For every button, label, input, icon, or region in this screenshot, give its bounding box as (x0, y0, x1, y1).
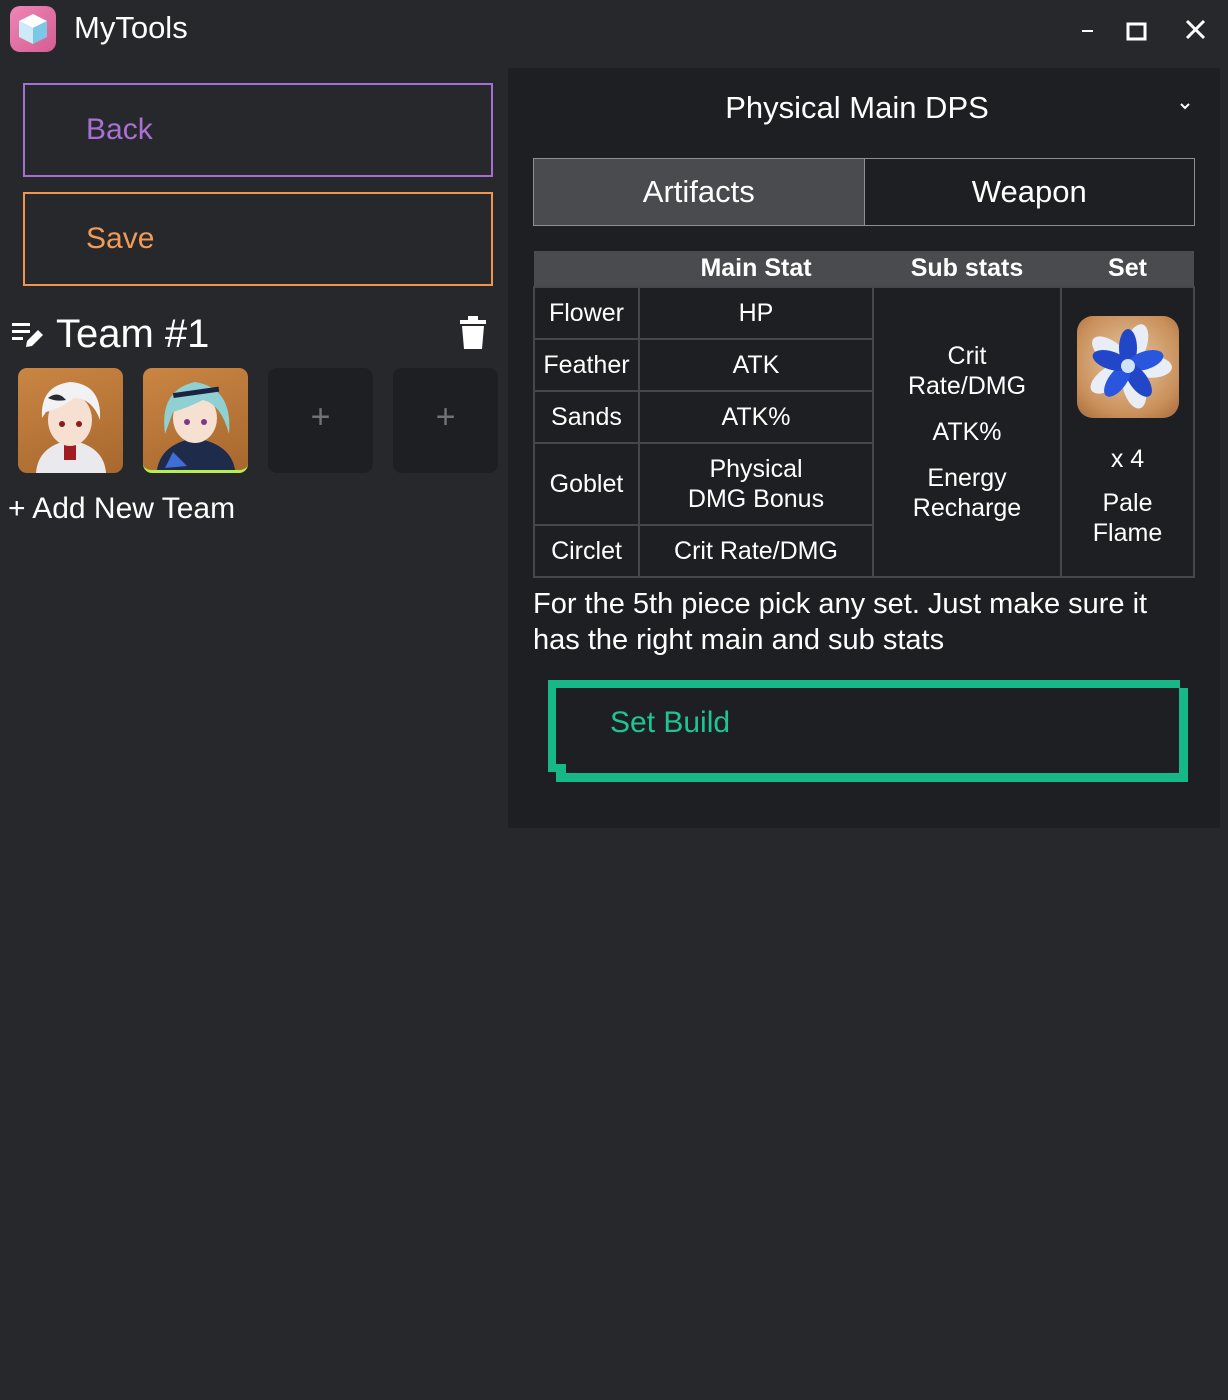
artifact-main-stat: ATK% (638, 390, 874, 444)
sub-stat: Crit Rate/DMG (907, 342, 1027, 400)
add-member-icon: + (435, 398, 456, 436)
table-row: Flower HP Crit Rate/DMG ATK% Energy Rech… (533, 286, 1195, 578)
artifact-slot: Goblet (533, 442, 640, 526)
app-title: MyTools (74, 10, 188, 45)
table-header-set: Set (1061, 251, 1194, 287)
tab-weapon[interactable]: Weapon (865, 159, 1195, 225)
fifth-piece-hint: For the 5th piece pick any set. Just mak… (533, 588, 1148, 656)
team-slot-empty-4[interactable]: + (393, 368, 498, 473)
set-build-label: Set Build (610, 706, 731, 739)
sub-stat: ATK% (932, 418, 1002, 446)
set-cell: x 4 Pale Flame (1060, 286, 1195, 578)
minimize-icon[interactable] (1068, 10, 1108, 50)
build-panel: Physical Main DPS Artifacts Weapon Main … (508, 68, 1220, 828)
tab-artifacts-label: Artifacts (642, 174, 755, 209)
artifact-main-stat: Physical DMG Bonus (638, 442, 874, 526)
save-button-label: Save (86, 222, 155, 255)
table-header-sub-stats: Sub stats (873, 251, 1061, 287)
artifact-slot: Circlet (533, 524, 640, 578)
set-build-button[interactable]: Set Build (548, 680, 1188, 782)
build-dropdown[interactable]: Physical Main DPS (508, 84, 1220, 134)
artifact-main-stat: HP (638, 286, 874, 340)
artifact-main-stat: ATK (638, 338, 874, 392)
team-name: Team #1 (56, 312, 210, 356)
team-slot-character-1[interactable] (18, 368, 123, 473)
set-count: x 4 (1110, 445, 1145, 473)
artifact-slot: Sands (533, 390, 640, 444)
artifact-main-stat: Crit Rate/DMG (638, 524, 874, 578)
team-header: Team #1 (10, 312, 500, 362)
add-member-icon: + (310, 398, 331, 436)
artifact-slot: Feather (533, 338, 640, 392)
chevron-down-icon (1178, 98, 1192, 116)
table-header-slot (534, 251, 639, 287)
pale-flame-flower-icon (1076, 316, 1179, 418)
team-slot-character-2[interactable] (143, 368, 248, 473)
back-button-label: Back (86, 113, 153, 146)
save-button[interactable]: Save (23, 192, 493, 286)
sub-stat: Energy Recharge (912, 464, 1022, 522)
tab-artifacts[interactable]: Artifacts (534, 159, 865, 225)
cube-app-icon (10, 6, 56, 52)
build-tabs: Artifacts Weapon (533, 158, 1195, 226)
table-header-row: Main Stat Sub stats Set (534, 251, 1194, 287)
team-slot-empty-3[interactable]: + (268, 368, 373, 473)
sub-stats-cell: Crit Rate/DMG ATK% Energy Recharge (872, 286, 1062, 578)
artifact-slot: Flower (533, 286, 640, 340)
back-button[interactable]: Back (23, 83, 493, 177)
character-portrait-white-hair (36, 382, 106, 473)
button-border-corner (556, 764, 566, 782)
tab-weapon-label: Weapon (971, 174, 1087, 209)
maximize-icon[interactable] (1118, 10, 1158, 50)
add-new-team-button[interactable]: + Add New Team (8, 492, 235, 526)
close-icon[interactable] (1176, 10, 1216, 50)
character-portrait-teal-hair (157, 382, 235, 470)
edit-list-icon[interactable] (10, 320, 44, 355)
set-name: Pale Flame (1092, 489, 1163, 547)
table-header-main-stat: Main Stat (639, 251, 873, 287)
build-title: Physical Main DPS (725, 90, 989, 125)
title-bar: MyTools (0, 0, 1228, 60)
trash-icon[interactable] (459, 316, 487, 355)
artifact-stats-table: Main Stat Sub stats Set Flower HP Crit R… (533, 251, 1195, 578)
